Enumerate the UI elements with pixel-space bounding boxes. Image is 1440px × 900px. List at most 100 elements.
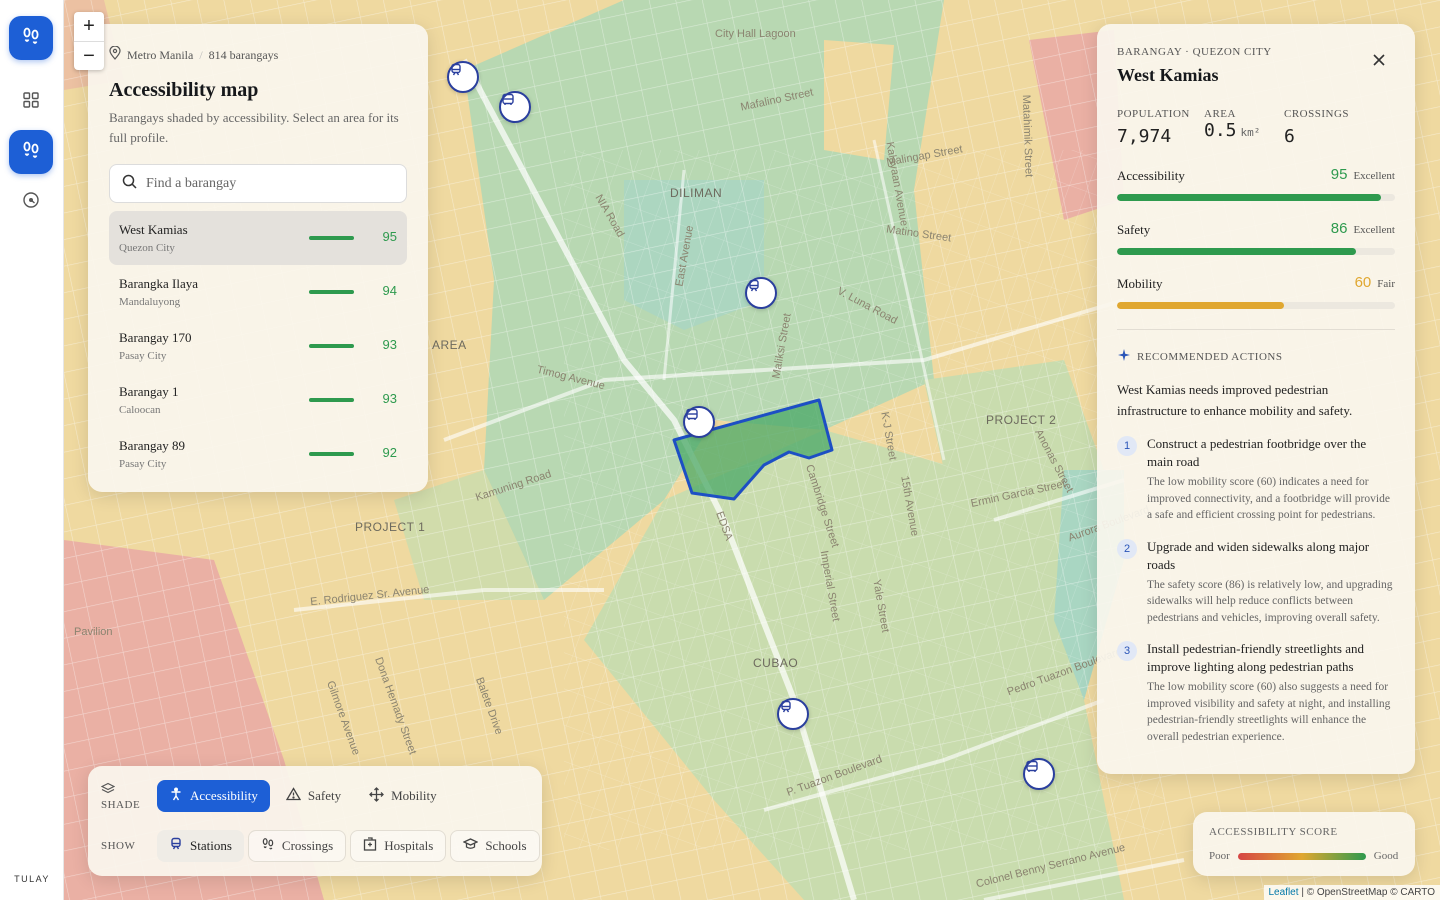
legend-scale: Poor Good [1209,850,1399,862]
bus-marker[interactable] [683,406,715,438]
show-crossings-label: Crossings [281,838,334,853]
list-item[interactable]: Barangay 170 Pasay City 93 [109,319,407,373]
list-item-city: Quezon City [119,242,175,254]
zoom-in-button[interactable]: + [74,12,104,41]
score-bar [309,452,354,456]
shade-row: SHADE Accessibility Safety Mobility [100,780,453,812]
rail-score-button[interactable] [9,180,53,224]
list-item-city: Mandaluyong [119,296,181,308]
metric-track [1117,248,1395,255]
list-item-name: Barangka Ilaya [119,276,199,291]
search-input[interactable] [146,175,386,192]
metric-track [1117,302,1395,309]
location-pin-icon [109,45,121,64]
recommendation-title: Construct a pedestrian footbridge over t… [1147,436,1367,469]
recommendation-number: 1 [1117,436,1137,456]
recommendation-number: 3 [1117,641,1137,661]
gauge-icon [22,191,40,214]
map-street-label: Pavilion [74,626,113,638]
station-marker[interactable] [745,277,777,309]
list-item-city: Caloocan [119,404,161,416]
recommendation-number: 2 [1117,538,1137,559]
search-box[interactable] [109,164,407,203]
metric-track [1117,194,1395,201]
stat-label: POPULATION [1117,108,1190,120]
barangay-list-panel: Metro Manila / 814 barangays Accessibili… [88,24,428,492]
station-marker[interactable] [777,698,809,730]
barangay-list: West Kamias Quezon City 95 Barangka Ilaya… [109,211,407,481]
page-subtitle: Barangays shaded by accessibility. Selec… [109,110,399,145]
show-crossings-toggle[interactable]: Crossings [247,830,347,862]
list-item-score: 94 [382,283,397,298]
recommendation-item: 2 Upgrade and widen sidewalks along majo… [1117,538,1395,627]
station-marker[interactable] [447,61,479,93]
zoom-control: + − [74,12,104,70]
breadcrumb: Metro Manila / 814 barangays [109,45,407,64]
metric-fill [1117,302,1284,309]
shade-safety-label: Safety [307,788,342,803]
shade-label: SHADE [100,782,157,811]
grid-icon [22,91,40,114]
show-stations-toggle[interactable]: Stations [157,830,244,862]
map-legend: ACCESSIBILITY SCORE Poor Good [1193,812,1415,876]
rail-map-button[interactable] [9,130,53,174]
metric-safety: Safety 86 Excellent [1117,220,1395,255]
metric-rating: Fair [1377,278,1395,290]
metric-fill [1117,194,1382,201]
show-hospitals-label: Hospitals [384,838,434,853]
list-item[interactable]: West Kamias Quezon City 95 [109,211,407,265]
list-item[interactable]: Barangay 1 Caloocan 93 [109,373,407,427]
show-row: SHOW Stations Crossings Hospitals School… [101,830,544,862]
metric-mobility: Mobility 60 Fair [1117,274,1395,309]
score-bar [309,236,354,240]
legend-title: ACCESSIBILITY SCORE [1209,826,1338,838]
zoom-out-button[interactable]: − [74,41,104,70]
show-schools-toggle[interactable]: Schools [450,830,540,862]
metric-accessibility: Accessibility 95 Excellent [1117,166,1395,201]
bus-marker[interactable] [499,91,531,123]
map-area-label: DILIMAN [670,186,723,200]
breadcrumb-region[interactable]: Metro Manila [127,48,193,63]
legend-low-label: Poor [1209,850,1230,862]
list-item-city: Pasay City [119,350,167,362]
app-logo-button[interactable] [9,16,53,60]
list-item-score: 93 [382,337,397,352]
layer-controls: SHADE Accessibility Safety Mobility SHOW… [88,766,542,876]
show-stations-label: Stations [190,838,232,853]
stat-crossings: CROSSINGS 6 [1284,108,1349,147]
list-item-name: Barangay 1 [119,384,179,399]
recommendation-description: The safety score (86) is relatively low,… [1147,578,1393,624]
bus-marker[interactable] [1023,758,1055,790]
list-item[interactable]: Barangay 89 Pasay City 92 [109,427,407,481]
map-area-label: PROJECT 1 [355,520,426,534]
train-icon [169,837,183,855]
close-button[interactable] [1369,52,1389,72]
metric-rating: Excellent [1353,170,1395,182]
metric-rating: Excellent [1353,224,1395,236]
rail-dashboard-button[interactable] [9,80,53,124]
stat-value: 0.5 [1204,120,1237,141]
map-area-label: AREA [432,338,467,352]
attribution-text: | © OpenStreetMap © CARTO [1301,887,1435,898]
shade-safety-button[interactable]: Safety [274,780,353,812]
recommendations-heading-text: RECOMMENDED ACTIONS [1137,350,1283,363]
list-item[interactable]: Barangka Ilaya Mandaluyong 94 [109,265,407,319]
sparkle-icon [1117,348,1131,365]
warning-icon [285,787,302,805]
stats-row: POPULATION 7,974 AREA 0.5 km² CROSSINGS … [1117,108,1395,147]
metric-score: 95 [1330,166,1348,183]
shade-mobility-button[interactable]: Mobility [357,780,449,812]
recommendation-description: The low mobility score (60) also suggest… [1147,681,1391,743]
close-icon [1373,53,1385,71]
metric-fill [1117,248,1357,255]
nav-rail: TULAY [0,0,64,900]
shade-accessibility-button[interactable]: Accessibility [157,780,270,812]
show-hospitals-toggle[interactable]: Hospitals [350,830,447,862]
move-icon [369,786,385,806]
layers-icon [100,782,116,799]
legend-high-label: Good [1373,850,1399,862]
footsteps-icon [21,26,41,51]
leaflet-link[interactable]: Leaflet [1269,887,1299,898]
detail-title: West Kamias [1117,65,1219,85]
score-bar [309,398,354,402]
